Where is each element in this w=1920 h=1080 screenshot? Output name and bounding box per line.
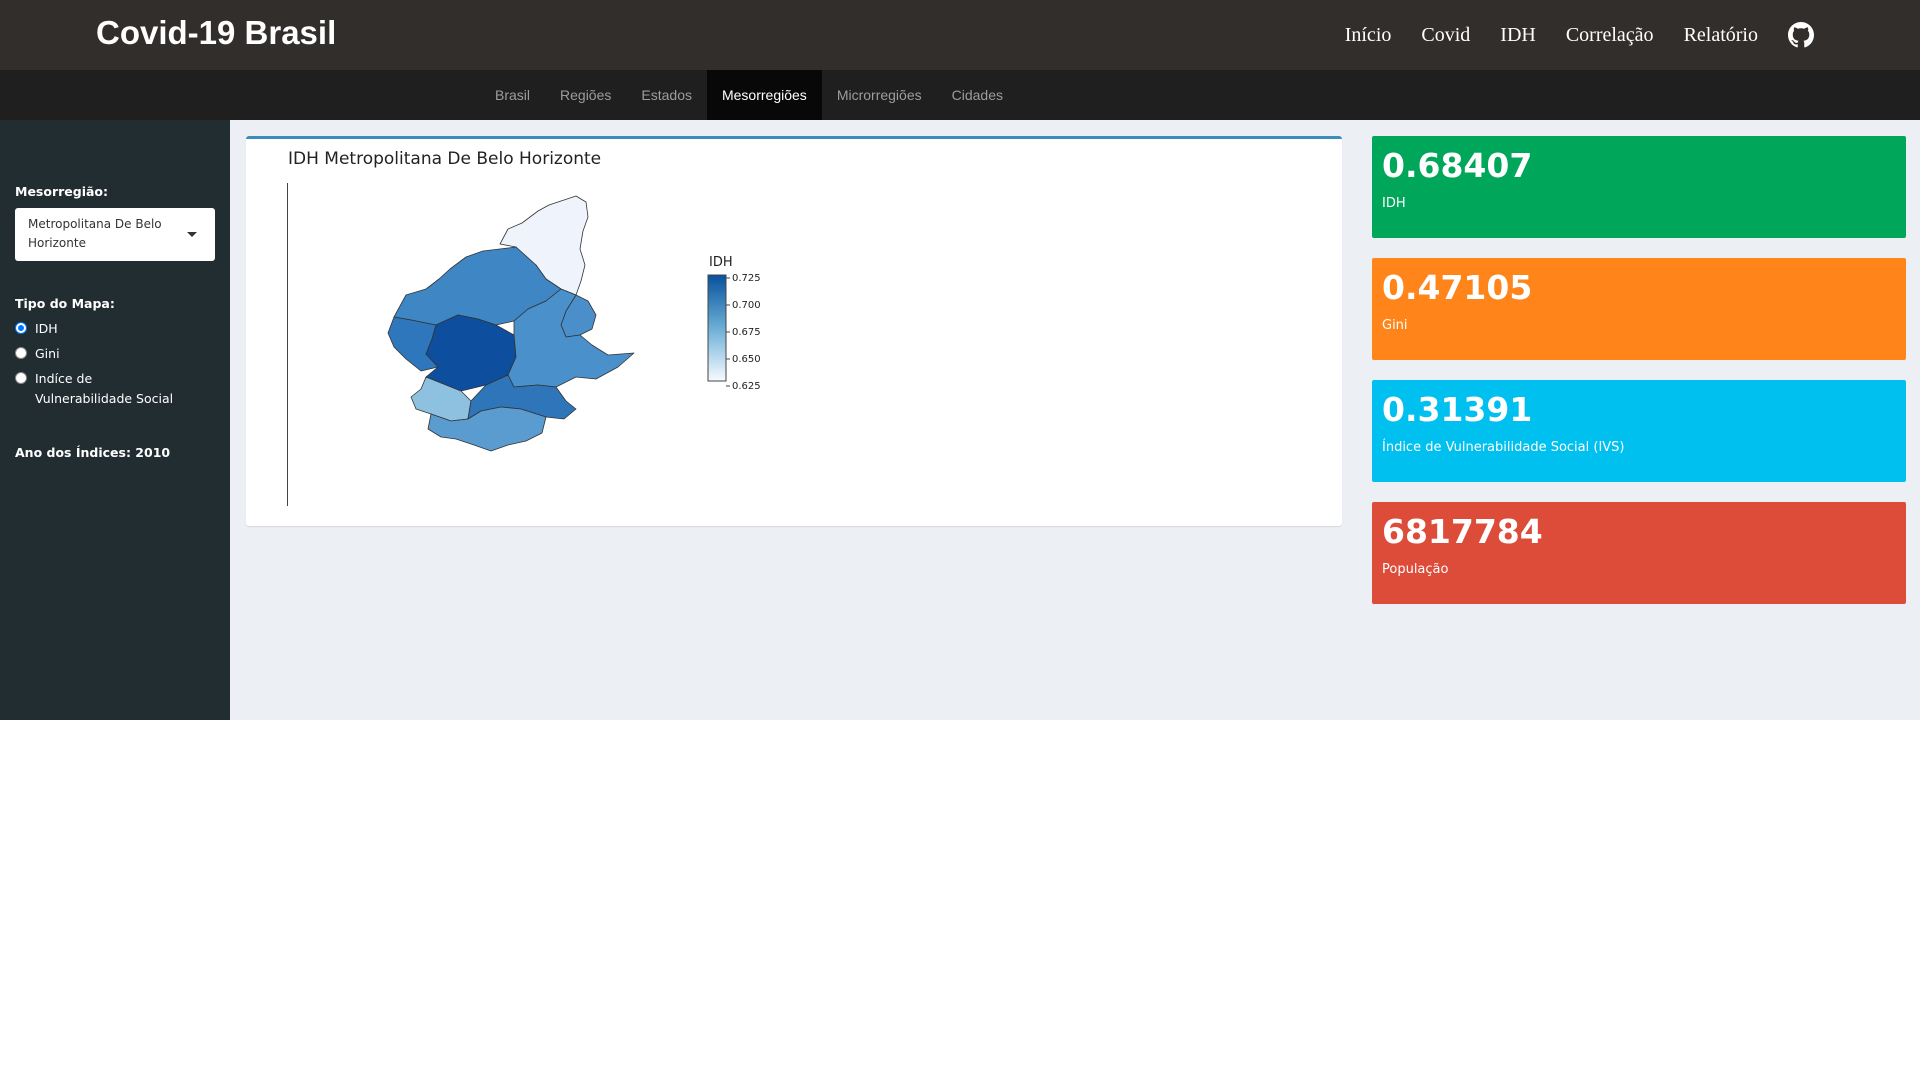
value-box-label: Gini <box>1382 318 1408 333</box>
value-box-number: 0.68407 <box>1382 146 1533 185</box>
value-box-number: 0.47105 <box>1382 268 1533 307</box>
value-box-populacao: 6817784 População <box>1372 502 1906 604</box>
mesorregiao-label: Mesorregião: <box>15 184 109 199</box>
radio-button[interactable] <box>15 372 27 384</box>
mesorregiao-select[interactable]: Metropolitana De Belo Horizonte <box>15 208 215 261</box>
legend-tick: 0.650 <box>732 354 761 365</box>
legend-tick: 0.675 <box>732 327 761 338</box>
map-panel: IDH Metropolitana De Belo Horizonte IDH <box>246 136 1342 526</box>
radio-label: Indíce de Vulnerabilidade Social <box>35 371 174 406</box>
value-box-gini: 0.47105 Gini <box>1372 258 1906 360</box>
mesorregiao-selected-value: Metropolitana De Belo Horizonte <box>28 217 162 250</box>
top-navbar: Covid-19 Brasil Início Covid IDH Correla… <box>0 0 1920 70</box>
nav-relatorio[interactable]: Relatório <box>1684 24 1758 47</box>
value-box-idh: 0.68407 IDH <box>1372 136 1906 238</box>
radio-option-idh[interactable]: IDH <box>15 319 185 339</box>
value-box-number: 6817784 <box>1382 512 1543 551</box>
tipo-mapa-label: Tipo do Mapa: <box>15 296 115 311</box>
value-box-label: Índice de Vulnerabilidade Social (IVS) <box>1382 440 1625 455</box>
nav-inicio[interactable]: Início <box>1345 24 1392 47</box>
tab-estados[interactable]: Estados <box>626 70 707 120</box>
tab-regioes[interactable]: Regiões <box>545 70 626 120</box>
radio-label: IDH <box>35 321 58 336</box>
legend-tick: 0.700 <box>732 300 761 311</box>
tab-cidades[interactable]: Cidades <box>937 70 1018 120</box>
level-tabs: Brasil Regiões Estados Mesorregiões Micr… <box>480 70 1018 120</box>
legend-tick: 0.625 <box>732 381 761 392</box>
brand-title[interactable]: Covid-19 Brasil <box>96 14 336 52</box>
radio-button[interactable] <box>15 322 27 334</box>
value-box-label: População <box>1382 562 1449 577</box>
tab-brasil[interactable]: Brasil <box>480 70 545 120</box>
radio-option-ivs[interactable]: Indíce de Vulnerabilidade Social <box>15 369 185 409</box>
sub-navbar: Brasil Regiões Estados Mesorregiões Micr… <box>0 70 1920 120</box>
radio-label: Gini <box>35 346 60 361</box>
tab-mesorregioes[interactable]: Mesorregiões <box>706 70 822 120</box>
legend-colorbar <box>707 274 727 382</box>
top-nav: Início Covid IDH Correlação Relatório <box>1315 0 1814 70</box>
tab-microrregioes[interactable]: Microrregiões <box>822 70 937 120</box>
legend-title: IDH <box>709 255 733 270</box>
choropleth-map[interactable]: IDH 0.725 0.700 0.675 0.650 0.625 <box>246 139 1342 526</box>
radio-option-gini[interactable]: Gini <box>15 344 185 364</box>
sidebar: Mesorregião: Metropolitana De Belo Horiz… <box>0 120 230 720</box>
radio-button[interactable] <box>15 347 27 359</box>
nav-idh[interactable]: IDH <box>1500 24 1536 47</box>
value-box-number: 0.31391 <box>1382 390 1533 429</box>
value-box-label: IDH <box>1382 196 1406 211</box>
ano-indices-label: Ano dos Índices: 2010 <box>15 445 171 460</box>
github-icon[interactable] <box>1788 22 1814 48</box>
legend-tick: 0.725 <box>732 273 761 284</box>
nav-covid[interactable]: Covid <box>1421 24 1470 47</box>
nav-correlacao[interactable]: Correlação <box>1566 24 1654 47</box>
value-box-ivs: 0.31391 Índice de Vulnerabilidade Social… <box>1372 380 1906 482</box>
chevron-down-icon <box>187 232 197 237</box>
